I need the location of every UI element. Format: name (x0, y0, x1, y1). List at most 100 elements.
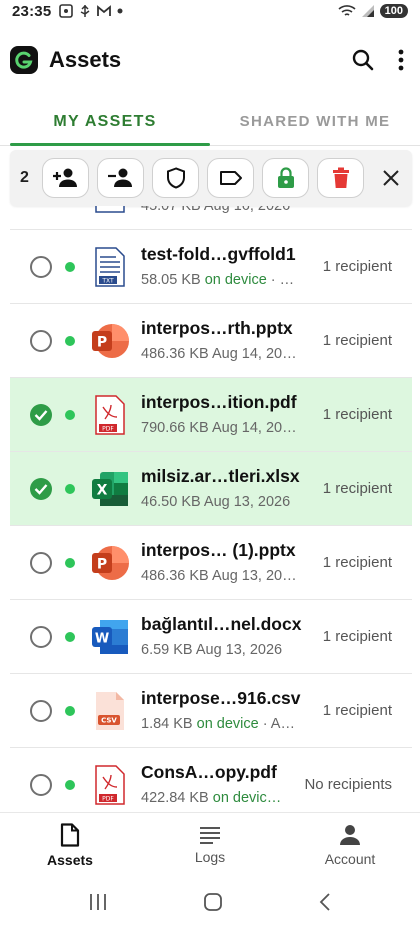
status-dot (65, 410, 75, 420)
list-item[interactable]: 45.07 KB Aug 16, 2026 (10, 206, 412, 230)
list-item[interactable]: TXT test-fold…gvffold1 58.05 KB on devic… (10, 230, 412, 304)
lock-icon (277, 167, 294, 188)
txt-file-icon: TXT (90, 246, 130, 288)
svg-text:TXT: TXT (101, 278, 114, 285)
bottom-navigation: Assets Logs Account (0, 812, 420, 878)
recipient-count: 1 recipient (322, 628, 392, 645)
signal-icon (361, 5, 374, 17)
file-name: ConsA…opy.pdf (141, 762, 277, 782)
home-icon[interactable] (203, 892, 223, 912)
csv-file-icon: CSV (90, 690, 130, 732)
selection-toolbar: 2 (10, 150, 412, 206)
excel-icon: X (90, 468, 130, 510)
app-bar: Assets (0, 36, 420, 84)
app-logo-icon (10, 46, 38, 74)
select-radio[interactable] (30, 774, 52, 796)
overflow-menu-icon[interactable] (398, 49, 404, 71)
status-dot (65, 632, 75, 642)
select-radio[interactable] (30, 700, 52, 722)
tab-shared-with-me[interactable]: SHARED WITH ME (210, 98, 420, 145)
svg-text:PDF: PDF (102, 796, 114, 803)
back-icon[interactable] (318, 892, 332, 912)
selection-count: 2 (20, 169, 29, 186)
recipient-count: 1 recipient (322, 702, 392, 719)
status-time: 23:35 (12, 2, 52, 20)
person-icon (340, 825, 360, 845)
status-dot (65, 336, 75, 346)
file-meta: 46.50 KB Aug 13, 2026 (141, 494, 291, 510)
file-meta: 486.36 KB Aug 13, 20… (141, 568, 297, 584)
search-icon[interactable] (352, 49, 374, 71)
pdf-file-icon: PDF (90, 394, 130, 436)
system-navigation-bar (0, 878, 420, 925)
pdf-file-icon: PDF (90, 764, 130, 806)
recipient-count: No recipients (304, 776, 392, 793)
file-meta: 58.05 KB on device · … (141, 272, 295, 288)
list-lines-icon (200, 827, 220, 844)
list-item[interactable]: W bağlantıl…nel.docx 6.59 KB Aug 13, 202… (10, 600, 412, 674)
recipient-count: 1 recipient (322, 332, 392, 349)
select-radio[interactable] (30, 256, 52, 278)
select-radio[interactable] (30, 626, 52, 648)
remove-recipient-button[interactable] (97, 158, 144, 198)
status-dot (65, 706, 75, 716)
person-remove-icon (107, 168, 132, 187)
nav-logs-label: Logs (194, 849, 226, 865)
nav-assets-label: Assets (47, 852, 93, 868)
protect-button[interactable] (152, 158, 199, 198)
svg-text:CSV: CSV (101, 717, 117, 725)
selected-check-icon[interactable] (30, 404, 52, 426)
file-name: milsiz.ar…tleri.xlsx (141, 466, 300, 486)
file-name: bağlantıl…nel.docx (141, 614, 302, 634)
label-button[interactable] (207, 158, 254, 198)
powerpoint-icon: P (90, 542, 130, 584)
svg-text:PDF: PDF (102, 426, 114, 433)
nav-assets[interactable]: Assets (0, 813, 140, 878)
active-tab-indicator (10, 143, 210, 146)
status-dot (65, 780, 75, 790)
nav-account[interactable]: Account (280, 813, 420, 878)
person-add-icon (52, 168, 77, 187)
tab-my-assets[interactable]: MY ASSETS (0, 98, 210, 145)
file-meta: 422.84 KB on devic… (141, 790, 282, 806)
lock-button[interactable] (262, 158, 309, 198)
status-notification-icons (59, 4, 123, 18)
document-icon (60, 823, 80, 847)
file-meta: 1.84 KB on device · A… (141, 716, 295, 732)
list-item[interactable]: P interpos… (1).pptx 486.36 KB Aug 13, 2… (10, 526, 412, 600)
recipient-count: 1 recipient (322, 258, 392, 275)
wifi-icon (338, 5, 356, 16)
file-name: test-fold…gvffold1 (141, 244, 296, 264)
select-radio[interactable] (30, 330, 52, 352)
list-item[interactable]: P interpos…rth.pptx 486.36 KB Aug 14, 20… (10, 304, 412, 378)
trash-icon (332, 167, 349, 188)
list-item[interactable]: X milsiz.ar…tleri.xlsx 46.50 KB Aug 13, … (10, 452, 412, 526)
list-item[interactable]: CSV interpose…916.csv 1.84 KB on device … (10, 674, 412, 748)
selected-check-icon[interactable] (30, 478, 52, 500)
delete-button[interactable] (317, 158, 364, 198)
nav-logs[interactable]: Logs (140, 813, 280, 878)
list-item[interactable]: PDF ConsA…opy.pdf 422.84 KB on devic… No… (10, 748, 412, 812)
file-name: interpos… (1).pptx (141, 540, 296, 560)
word-icon: W (90, 616, 130, 658)
tag-icon (219, 171, 242, 185)
file-name: interpose…916.csv (141, 688, 301, 708)
txt-file-icon (90, 206, 130, 214)
usb-icon (81, 4, 90, 17)
add-recipient-button[interactable] (42, 158, 89, 198)
select-radio[interactable] (30, 552, 52, 574)
list-item[interactable]: PDF interpos…ition.pdf 790.66 KB Aug 14,… (10, 378, 412, 452)
asset-list: 45.07 KB Aug 16, 2026 TXT test-fold…gvff… (10, 206, 412, 812)
clear-selection-button[interactable] (376, 163, 406, 193)
file-name: interpos…ition.pdf (141, 392, 297, 412)
file-meta: 790.66 KB Aug 14, 20… (141, 420, 297, 436)
file-name: interpos…rth.pptx (141, 318, 293, 338)
svg-text:W: W (95, 632, 109, 647)
shield-icon (166, 167, 185, 189)
recipient-count: 1 recipient (322, 554, 392, 571)
status-dot (65, 558, 75, 568)
tab-bar: MY ASSETS SHARED WITH ME (0, 98, 420, 146)
status-bar: 23:35 100 (0, 0, 420, 22)
recipient-count: 1 recipient (322, 480, 392, 497)
recent-apps-icon[interactable] (88, 893, 108, 911)
